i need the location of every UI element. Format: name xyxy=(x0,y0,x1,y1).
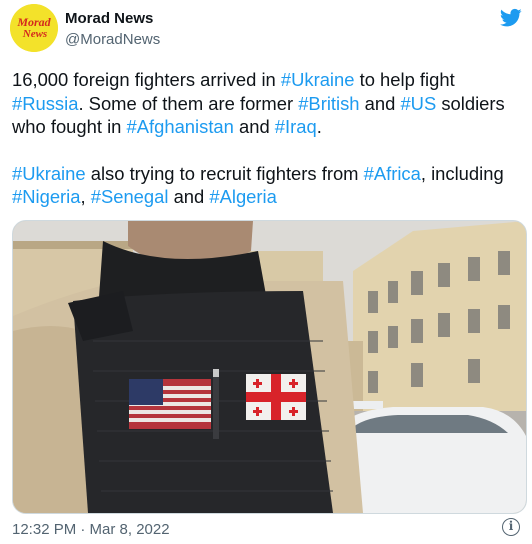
author-avatar[interactable]: Morad News xyxy=(10,4,58,52)
logo-text-line1: Morad xyxy=(16,15,51,29)
tweet-media-image[interactable] xyxy=(12,220,527,514)
hashtag-ukraine[interactable]: #Ukraine xyxy=(281,69,355,90)
logo-text-line2: News xyxy=(22,28,47,40)
twitter-bird-icon[interactable] xyxy=(500,8,522,28)
hashtag-us[interactable]: #US xyxy=(400,93,436,114)
hashtag-nigeria[interactable]: #Nigeria xyxy=(12,186,81,207)
hashtag-africa[interactable]: #Africa xyxy=(364,163,421,184)
tweet-timestamp[interactable]: 12:32 PM · Mar 8, 2022 xyxy=(12,521,170,538)
text-segment: and xyxy=(359,92,401,114)
hashtag-algeria[interactable]: #Algeria xyxy=(209,186,276,207)
us-flag-patch xyxy=(129,379,211,429)
hashtag-iraq[interactable]: #Iraq xyxy=(275,116,317,137)
georgia-flag-patch xyxy=(246,374,306,420)
text-segment: also trying to recruit fighters from xyxy=(85,162,364,184)
text-segment: , including xyxy=(420,162,504,184)
morad-news-logo: Morad News xyxy=(10,4,58,52)
author-display-name[interactable]: Morad News xyxy=(65,10,153,27)
author-handle[interactable]: @MoradNews xyxy=(65,31,160,48)
text-segment: . xyxy=(316,116,322,137)
hashtag-afghanistan[interactable]: #Afghanistan xyxy=(127,116,234,137)
tweet-paragraph-1: 16,000 foreign fighters arrived in #Ukra… xyxy=(12,68,512,139)
hashtag-ukraine[interactable]: #Ukraine xyxy=(12,163,86,184)
tweet-paragraph-2: #Ukraine also trying to recruit fighters… xyxy=(12,162,512,209)
text-segment: . Some of them are former xyxy=(78,92,299,114)
soldier-photo xyxy=(13,221,526,513)
text-segment: 16,000 foreign fighters arrived in xyxy=(12,69,281,90)
text-segment: and xyxy=(168,186,210,207)
info-icon[interactable]: i xyxy=(502,518,520,536)
text-segment: , xyxy=(80,186,91,207)
text-segment: to help fight xyxy=(354,69,455,90)
tweet-text: 16,000 foreign fighters arrived in #Ukra… xyxy=(12,68,512,232)
hashtag-senegal[interactable]: #Senegal xyxy=(91,186,169,207)
hashtag-british[interactable]: #British xyxy=(298,93,359,114)
hashtag-russia[interactable]: #Russia xyxy=(12,93,78,114)
tweet-card: Morad News Morad News @MoradNews 16,000 … xyxy=(0,0,532,544)
text-segment: and xyxy=(233,116,275,137)
